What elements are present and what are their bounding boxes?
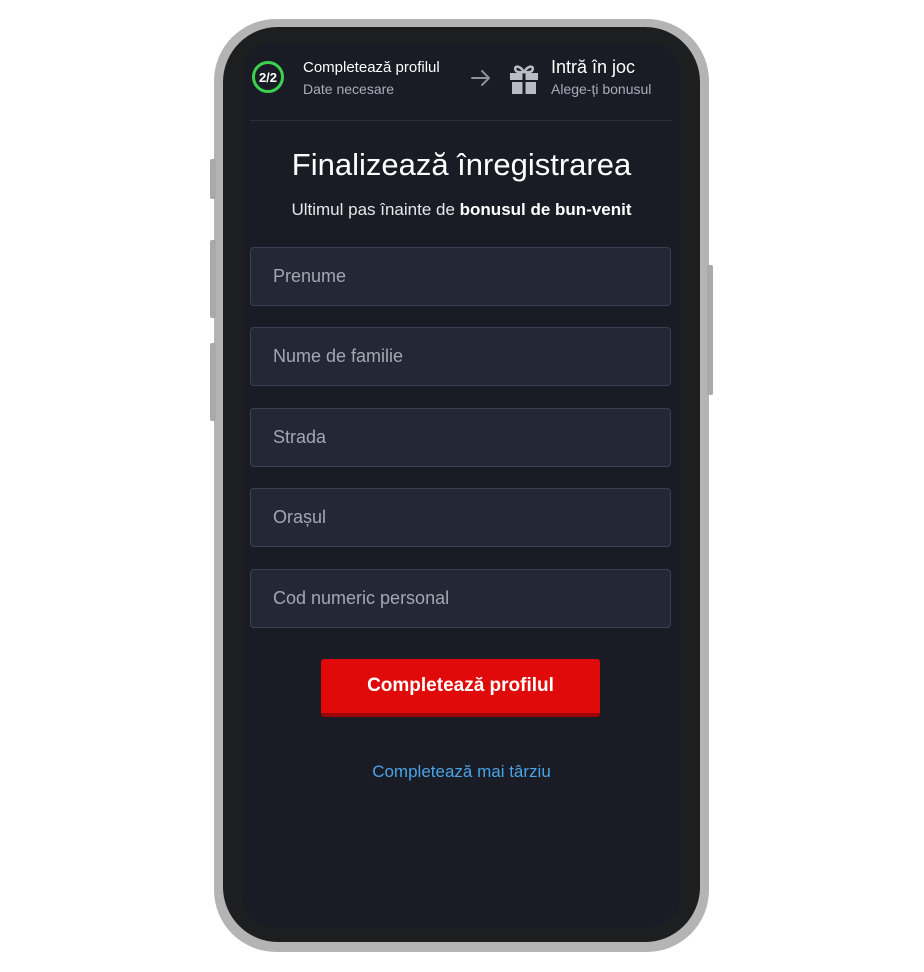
city-input[interactable]	[250, 488, 671, 547]
step-1-title: Completează profilul	[303, 59, 440, 76]
page-title: Finalizează înregistrarea	[291, 147, 632, 182]
street-input[interactable]	[250, 408, 671, 467]
personal-id-input[interactable]	[250, 569, 671, 628]
step-2-title: Intră în joc	[551, 57, 636, 77]
page-subtitle: Ultimul pas înainte de bonusul de bun-ve…	[243, 200, 680, 220]
subtitle-bold-text: bonusul de bun-venit	[459, 200, 632, 219]
registration-steps: 2/2 Completează profilul Date necesare I…	[243, 43, 680, 120]
complete-profile-button[interactable]: Completează profilul	[321, 659, 600, 717]
first-name-input[interactable]	[250, 247, 671, 306]
step-2-subtitle: Alege-ți bonusul	[551, 81, 652, 97]
phone-power-button	[707, 265, 713, 395]
step-1-subtitle: Date necesare	[303, 81, 395, 97]
step-progress-badge: 2/2	[252, 61, 284, 93]
last-name-input[interactable]	[250, 327, 671, 386]
phone-silent-switch	[210, 159, 216, 199]
app-screen: 2/2 Completează profilul Date necesare I…	[243, 43, 680, 927]
subtitle-text: Ultimul pas înainte de	[291, 200, 460, 219]
phone-volume-down	[210, 343, 216, 421]
arrow-right-icon	[471, 70, 490, 86]
phone-volume-up	[210, 240, 216, 318]
gift-icon	[510, 65, 538, 94]
complete-later-link[interactable]: Completează mai târziu	[243, 762, 680, 782]
header-divider	[250, 120, 672, 121]
